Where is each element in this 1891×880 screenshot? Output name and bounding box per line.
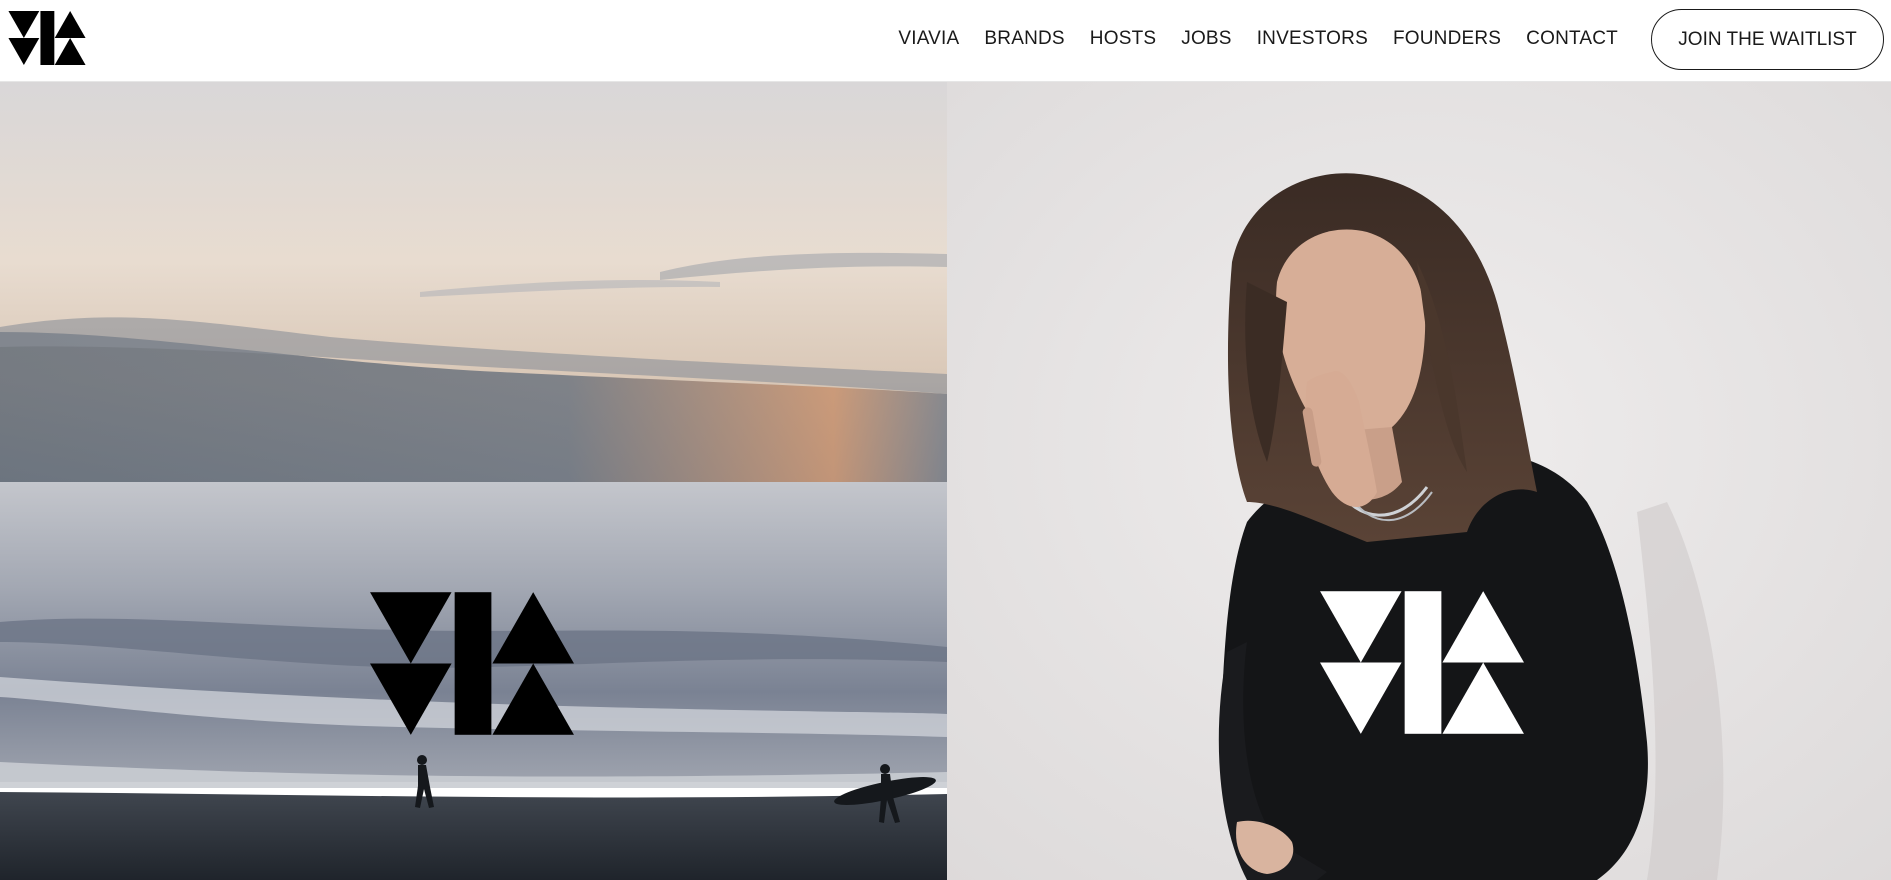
nav-item-founders[interactable]: FOUNDERS <box>1393 28 1501 50</box>
beach-sunset-photo <box>0 82 947 880</box>
hero-section <box>0 82 1891 880</box>
nav-item-contact[interactable]: CONTACT <box>1526 28 1618 50</box>
woman-portrait-photo <box>947 82 1891 880</box>
viavia-logo-white-icon <box>1320 591 1524 734</box>
nav-item-hosts[interactable]: HOSTS <box>1090 28 1156 50</box>
nav-item-investors[interactable]: INVESTORS <box>1257 28 1368 50</box>
nav-item-brands[interactable]: BRANDS <box>984 28 1064 50</box>
viavia-logo-black-icon <box>370 592 574 735</box>
main-nav: VIAVIA BRANDS HOSTS JOBS INVESTORS FOUND… <box>873 0 1618 78</box>
site-header: VIAVIA BRANDS HOSTS JOBS INVESTORS FOUND… <box>0 0 1891 82</box>
viavia-logo-icon[interactable] <box>8 11 86 65</box>
nav-item-viavia[interactable]: VIAVIA <box>898 28 959 50</box>
nav-item-jobs[interactable]: JOBS <box>1181 28 1231 50</box>
join-waitlist-button[interactable]: JOIN THE WAITLIST <box>1651 9 1884 70</box>
